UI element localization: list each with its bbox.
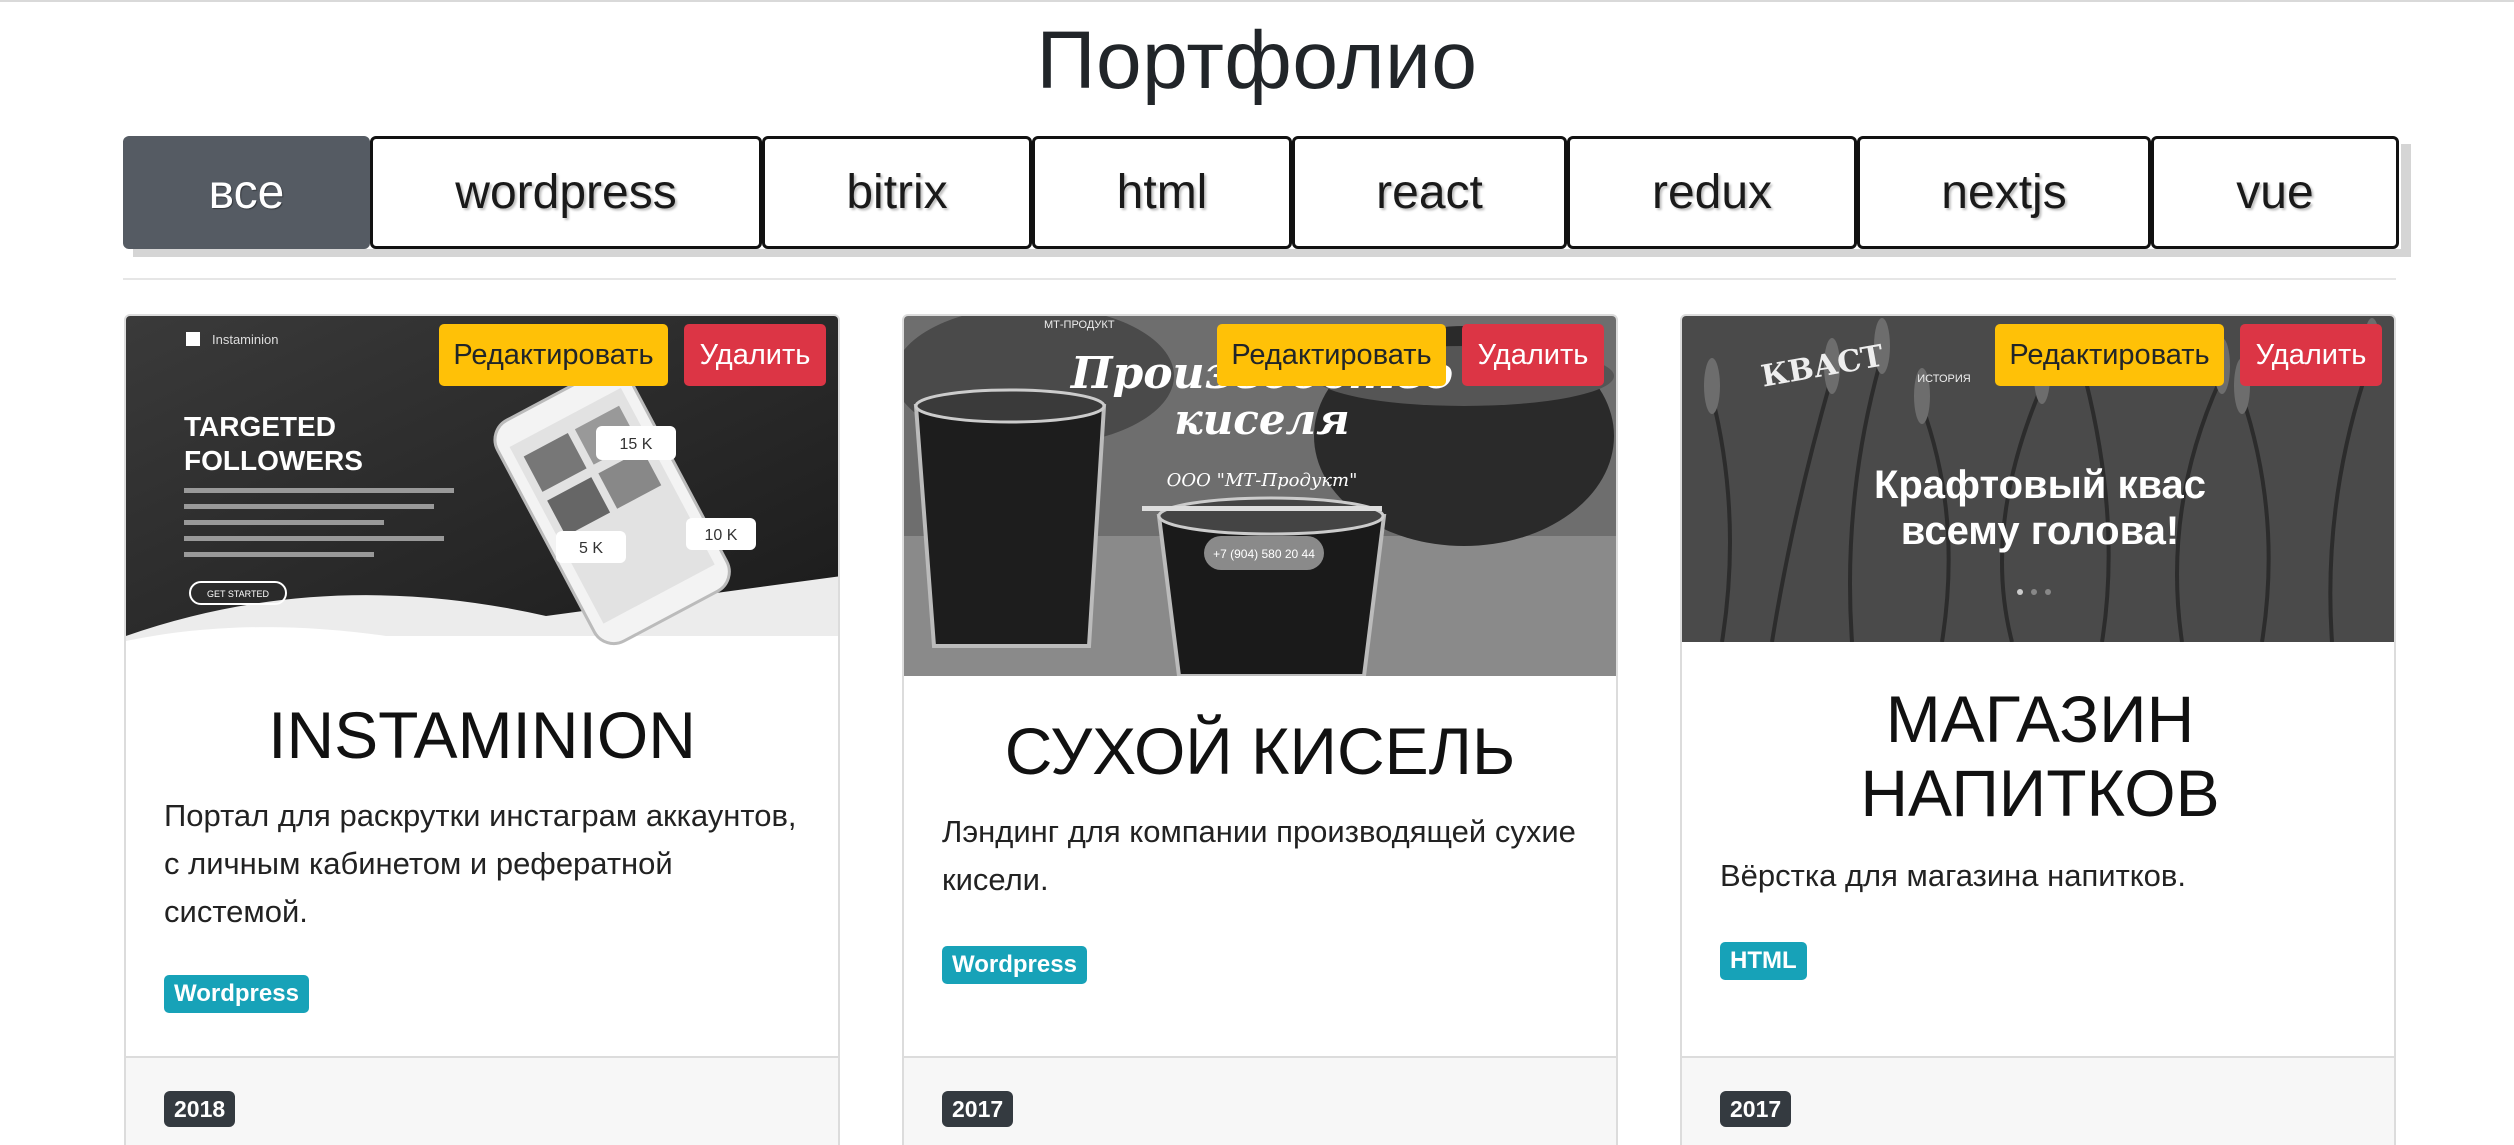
delete-button[interactable]: Удалить (2240, 324, 2382, 386)
portfolio-card: КВАСТ ИСТОРИЯ Крафтовый квас всему голов… (1680, 314, 2396, 1145)
svg-text:10 K: 10 K (705, 527, 738, 544)
filter-html-button[interactable]: html (1032, 136, 1292, 249)
filter-wordpress-button[interactable]: wordpress (370, 136, 762, 249)
svg-text:ООО "МТ-Продукт": ООО "МТ-Продукт" (1167, 470, 1358, 491)
filter-vue-button[interactable]: vue (2151, 136, 2399, 249)
svg-text:5 K: 5 K (579, 540, 603, 557)
card-description: Портал для раскрутки инстаграм аккаунтов… (164, 798, 797, 929)
svg-text:GET STARTED: GET STARTED (207, 589, 270, 599)
portfolio-card: Instaminion TARGETED FOLLOWERS GET START… (124, 314, 840, 1145)
filter-react-button[interactable]: react (1292, 136, 1567, 249)
tech-badge: Wordpress (164, 975, 309, 1013)
edit-button[interactable]: Редактировать (1217, 324, 1446, 386)
svg-text:TARGETED: TARGETED (184, 411, 336, 442)
card-description: Лэндинг для компании производящей сухие … (942, 814, 1576, 897)
card-title: INSTAMINION (268, 698, 696, 772)
divider (123, 278, 2396, 280)
card-footer: 2017 (1682, 1056, 2394, 1145)
svg-text:ИСТОРИЯ: ИСТОРИЯ (1917, 373, 1971, 385)
year-badge: 2017 (1720, 1091, 1792, 1127)
edit-button[interactable]: Редактировать (439, 324, 668, 386)
card-description: Вёрстка для магазина напитков. (1720, 858, 2186, 893)
top-border (0, 0, 2514, 2)
svg-text:+7 (904) 580 20 44: +7 (904) 580 20 44 (1213, 547, 1315, 561)
svg-text:FOLLOWERS: FOLLOWERS (184, 445, 363, 476)
card-footer: 2017 (904, 1056, 1616, 1145)
filter-all-button[interactable]: все (123, 136, 370, 249)
tech-badge: Wordpress (942, 946, 1087, 984)
svg-text:всему голова!: всему голова! (1901, 509, 2180, 553)
page-title: Портфолио (1036, 15, 1478, 106)
svg-text:киселя: киселя (1174, 395, 1349, 444)
delete-button[interactable]: Удалить (1462, 324, 1604, 386)
card-title: СУХОЙ КИСЕЛЬ (1004, 714, 1516, 788)
card-image-brand: Instaminion (212, 332, 278, 347)
portfolio-card: МТ-ПРОДУКТ Производство киселя ООО "МТ-П… (902, 314, 1618, 1145)
svg-text:Крафтовый квас: Крафтовый квас (1874, 463, 2206, 507)
filter-redux-button[interactable]: redux (1567, 136, 1857, 249)
svg-text:15 K: 15 K (620, 436, 653, 453)
filter-tabs: все wordpress bitrix html react redux ne… (123, 136, 2401, 249)
delete-button[interactable]: Удалить (684, 324, 826, 386)
tech-badge: HTML (1720, 942, 1807, 980)
year-badge: 2017 (942, 1091, 1014, 1127)
svg-text:МТ-ПРОДУКТ: МТ-ПРОДУКТ (1044, 319, 1115, 331)
filter-nextjs-button[interactable]: nextjs (1857, 136, 2151, 249)
card-title: МАГАЗИН НАПИТКОВ (1860, 682, 2220, 830)
filter-bitrix-button[interactable]: bitrix (762, 136, 1032, 249)
year-badge: 2018 (164, 1091, 236, 1127)
edit-button[interactable]: Редактировать (1995, 324, 2224, 386)
card-footer: 2018 (126, 1056, 838, 1145)
